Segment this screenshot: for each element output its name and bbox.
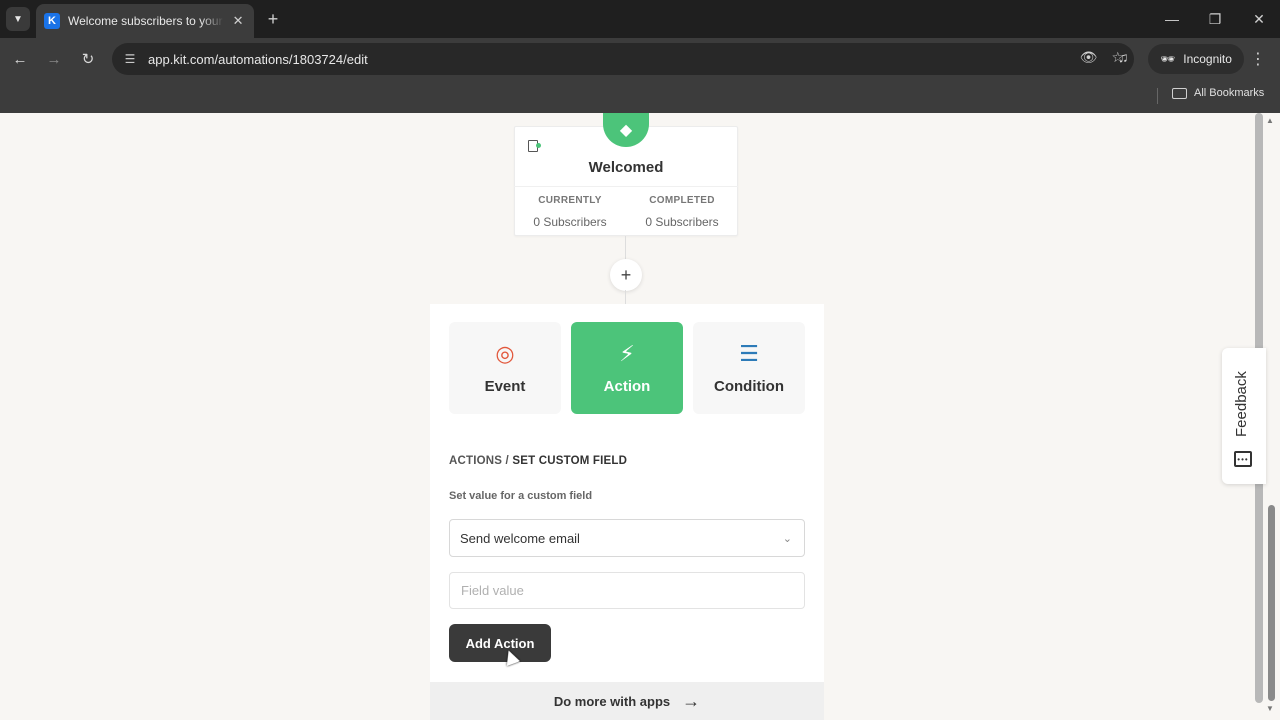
custom-field-select[interactable]: Send welcome email ⌄: [449, 519, 805, 557]
step-divider: [514, 186, 738, 187]
type-action-label: Action: [603, 377, 651, 395]
signpost-icon: ☰: [739, 340, 759, 366]
breadcrumb-separator: /: [502, 455, 513, 467]
incognito-label: Incognito: [1183, 52, 1232, 66]
select-value: Send welcome email: [460, 530, 580, 546]
do-more-with-apps-link[interactable]: Do more with apps →: [430, 682, 824, 720]
breadcrumb-parent[interactable]: ACTIONS: [449, 455, 502, 467]
type-action-button[interactable]: ⚡︎ Action: [571, 322, 683, 414]
target-icon: ◎: [495, 340, 515, 366]
type-condition-button[interactable]: ☰ Condition: [693, 322, 805, 414]
breadcrumb-current: SET CUSTOM FIELD: [512, 455, 628, 467]
url-text[interactable]: app.kit.com/automations/1803724/edit: [148, 52, 368, 67]
add-action-button[interactable]: Add Action: [449, 624, 551, 662]
eye-off-icon[interactable]: 👁: [1080, 49, 1098, 66]
site-settings-icon[interactable]: ☰: [122, 52, 138, 66]
type-event-label: Event: [484, 377, 526, 395]
arrow-right-icon: →: [682, 690, 701, 711]
stat-completed-value: 0 Subscribers: [645, 215, 719, 229]
breadcrumb: ACTIONS / SET CUSTOM FIELD: [449, 455, 627, 467]
incognito-icon: 🕶: [1160, 52, 1176, 66]
field-caption: Set value for a custom field: [449, 490, 593, 502]
all-bookmarks-button[interactable]: All Bookmarks: [1172, 87, 1264, 99]
type-condition-label: Condition: [714, 377, 784, 395]
reload-icon[interactable]: ↻: [76, 47, 100, 71]
incognito-badge[interactable]: 🕶 Incognito: [1148, 44, 1244, 74]
new-tab-plus-icon[interactable]: +: [262, 8, 284, 30]
stat-currently-value: 0 Subscribers: [533, 215, 607, 229]
add-step-button[interactable]: +: [610, 259, 642, 291]
back-arrow-icon[interactable]: ←: [8, 47, 32, 71]
tab-title: Welcome subscribers to your p: [68, 14, 225, 28]
type-event-button[interactable]: ◎ Event: [449, 322, 561, 414]
chat-bubble-icon: •••: [1234, 451, 1252, 467]
minimize-icon[interactable]: —: [1161, 8, 1183, 30]
all-bookmarks-label: All Bookmarks: [1194, 87, 1265, 99]
address-bar[interactable]: ☰ app.kit.com/automations/1803724/edit 👁…: [112, 43, 1134, 75]
status-dot: [536, 143, 541, 148]
field-value-input[interactable]: [449, 572, 805, 609]
bookmarks-bar: All Bookmarks: [0, 80, 1280, 113]
forward-arrow-icon[interactable]: →: [42, 47, 66, 71]
flow-connector: [625, 236, 626, 260]
scroll-up-icon[interactable]: ▲: [1266, 116, 1274, 125]
browser-toolbar: ← → ↻ ☰ app.kit.com/automations/1803724/…: [0, 38, 1280, 80]
chevron-down-icon: ⌄: [782, 533, 792, 545]
tab-search-chevron-icon[interactable]: ▼: [6, 7, 30, 31]
tab-close-icon[interactable]: ✕: [230, 13, 246, 29]
restore-icon[interactable]: ❐: [1204, 8, 1226, 30]
stat-completed-label: COMPLETED: [649, 195, 715, 206]
folder-icon: [1172, 87, 1187, 99]
tab-bar: ▼ K Welcome subscribers to your p ✕ + — …: [0, 0, 1280, 38]
flow-connector-lower: [625, 290, 626, 304]
bolt-icon: ⚡︎: [619, 340, 635, 366]
feedback-label: Feedback: [1233, 371, 1250, 437]
apps-link-label: Do more with apps: [553, 693, 671, 709]
step-title: Welcomed: [588, 159, 664, 176]
tab-active[interactable]: K Welcome subscribers to your p ✕: [36, 4, 254, 38]
scroll-thumb[interactable]: [1268, 505, 1275, 701]
browser-menu-icon[interactable]: ⋮: [1250, 49, 1266, 69]
stat-currently-label: CURRENTLY: [538, 195, 602, 206]
media-queue-icon[interactable]: ♫: [1118, 49, 1129, 65]
bookmarks-divider: [1157, 88, 1158, 104]
window-close-icon[interactable]: ✕: [1248, 8, 1270, 30]
scroll-down-icon[interactable]: ▼: [1266, 704, 1274, 713]
kit-favicon-icon: K: [44, 13, 60, 29]
